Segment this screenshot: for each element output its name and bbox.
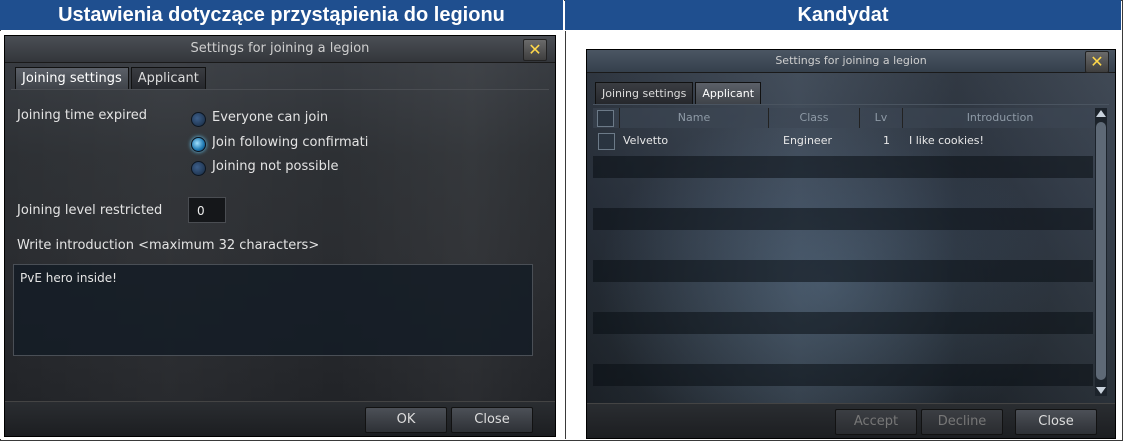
radio-everyone-can-join[interactable] bbox=[191, 112, 206, 127]
scroll-down-icon[interactable] bbox=[1096, 387, 1106, 394]
left-caption: Ustawienia dotyczące przystąpienia do le… bbox=[0, 0, 564, 30]
table-row[interactable]: Velvetto Engineer 1 I like cookies! bbox=[593, 130, 1093, 152]
radio-label-everyone: Everyone can join bbox=[212, 110, 329, 125]
tab-joining-settings[interactable]: Joining settings bbox=[15, 67, 129, 90]
scroll-up-icon[interactable] bbox=[1096, 110, 1106, 117]
table-scrollbar[interactable] bbox=[1095, 108, 1107, 396]
window-title: Settings for joining a legion bbox=[5, 36, 555, 63]
tab-joining-settings[interactable]: Joining settings bbox=[595, 82, 694, 105]
column-lv[interactable]: Lv bbox=[860, 108, 903, 128]
radio-label-confirmation: Join following confirmati bbox=[212, 135, 369, 150]
radio-label-not-possible: Joining not possible bbox=[212, 159, 339, 174]
right-caption: Kandydat bbox=[565, 0, 1121, 30]
radio-join-following-confirmation[interactable] bbox=[191, 137, 206, 152]
tab-applicant[interactable]: Applicant bbox=[130, 67, 206, 90]
applicant-window: Settings for joining a legion ✕ Joining … bbox=[586, 49, 1116, 439]
ok-button[interactable]: OK bbox=[365, 407, 447, 433]
empty-row bbox=[593, 260, 1093, 282]
radio-joining-not-possible[interactable] bbox=[191, 161, 206, 176]
right-panel: Settings for joining a legion ✕ Joining … bbox=[566, 31, 1121, 439]
decline-button[interactable]: Decline bbox=[921, 409, 1003, 435]
left-panel: Settings for joining a legion ✕ Joining … bbox=[0, 31, 566, 439]
empty-row bbox=[593, 312, 1093, 334]
window-title: Settings for joining a legion bbox=[587, 50, 1115, 73]
column-introduction[interactable]: Introduction bbox=[903, 108, 1098, 128]
scroll-thumb[interactable] bbox=[1096, 122, 1106, 380]
applicant-lv: 1 bbox=[883, 134, 890, 147]
applicant-name: Velvetto bbox=[623, 134, 669, 147]
empty-row bbox=[593, 364, 1093, 386]
level-restricted-label: Joining level restricted bbox=[17, 203, 163, 218]
applicant-table: Name Class Lv Introduction Velvetto Engi… bbox=[593, 108, 1098, 398]
close-button[interactable]: Close bbox=[451, 407, 533, 433]
tab-bar: Joining settings Applicant bbox=[595, 82, 762, 105]
window-footer: Accept Decline Close bbox=[587, 403, 1115, 438]
accept-button[interactable]: Accept bbox=[835, 409, 917, 435]
table-header: Name Class Lv Introduction bbox=[593, 108, 1098, 128]
empty-row bbox=[593, 208, 1093, 230]
intro-textarea[interactable]: PvE hero inside! bbox=[13, 264, 533, 356]
column-class[interactable]: Class bbox=[769, 108, 860, 128]
empty-row bbox=[593, 156, 1093, 178]
close-icon[interactable]: ✕ bbox=[1085, 51, 1109, 73]
select-all-checkbox[interactable] bbox=[597, 110, 614, 127]
level-restricted-input[interactable]: 0 bbox=[188, 197, 226, 223]
joining-settings-window: Settings for joining a legion ✕ Joining … bbox=[4, 35, 556, 437]
applicant-class: Engineer bbox=[783, 134, 832, 147]
close-icon[interactable]: ✕ bbox=[523, 39, 547, 61]
header-select-all[interactable] bbox=[593, 108, 620, 128]
intro-label: Write introduction <maximum 32 character… bbox=[17, 238, 320, 253]
close-button[interactable]: Close bbox=[1015, 409, 1097, 435]
row-checkbox[interactable] bbox=[598, 133, 615, 150]
tab-bar: Joining settings Applicant bbox=[15, 67, 206, 90]
applicant-intro: I like cookies! bbox=[909, 134, 984, 147]
column-name[interactable]: Name bbox=[620, 108, 769, 128]
tab-applicant[interactable]: Applicant bbox=[695, 82, 762, 105]
window-footer: OK Close bbox=[5, 401, 555, 436]
joining-time-label: Joining time expired bbox=[17, 108, 148, 123]
